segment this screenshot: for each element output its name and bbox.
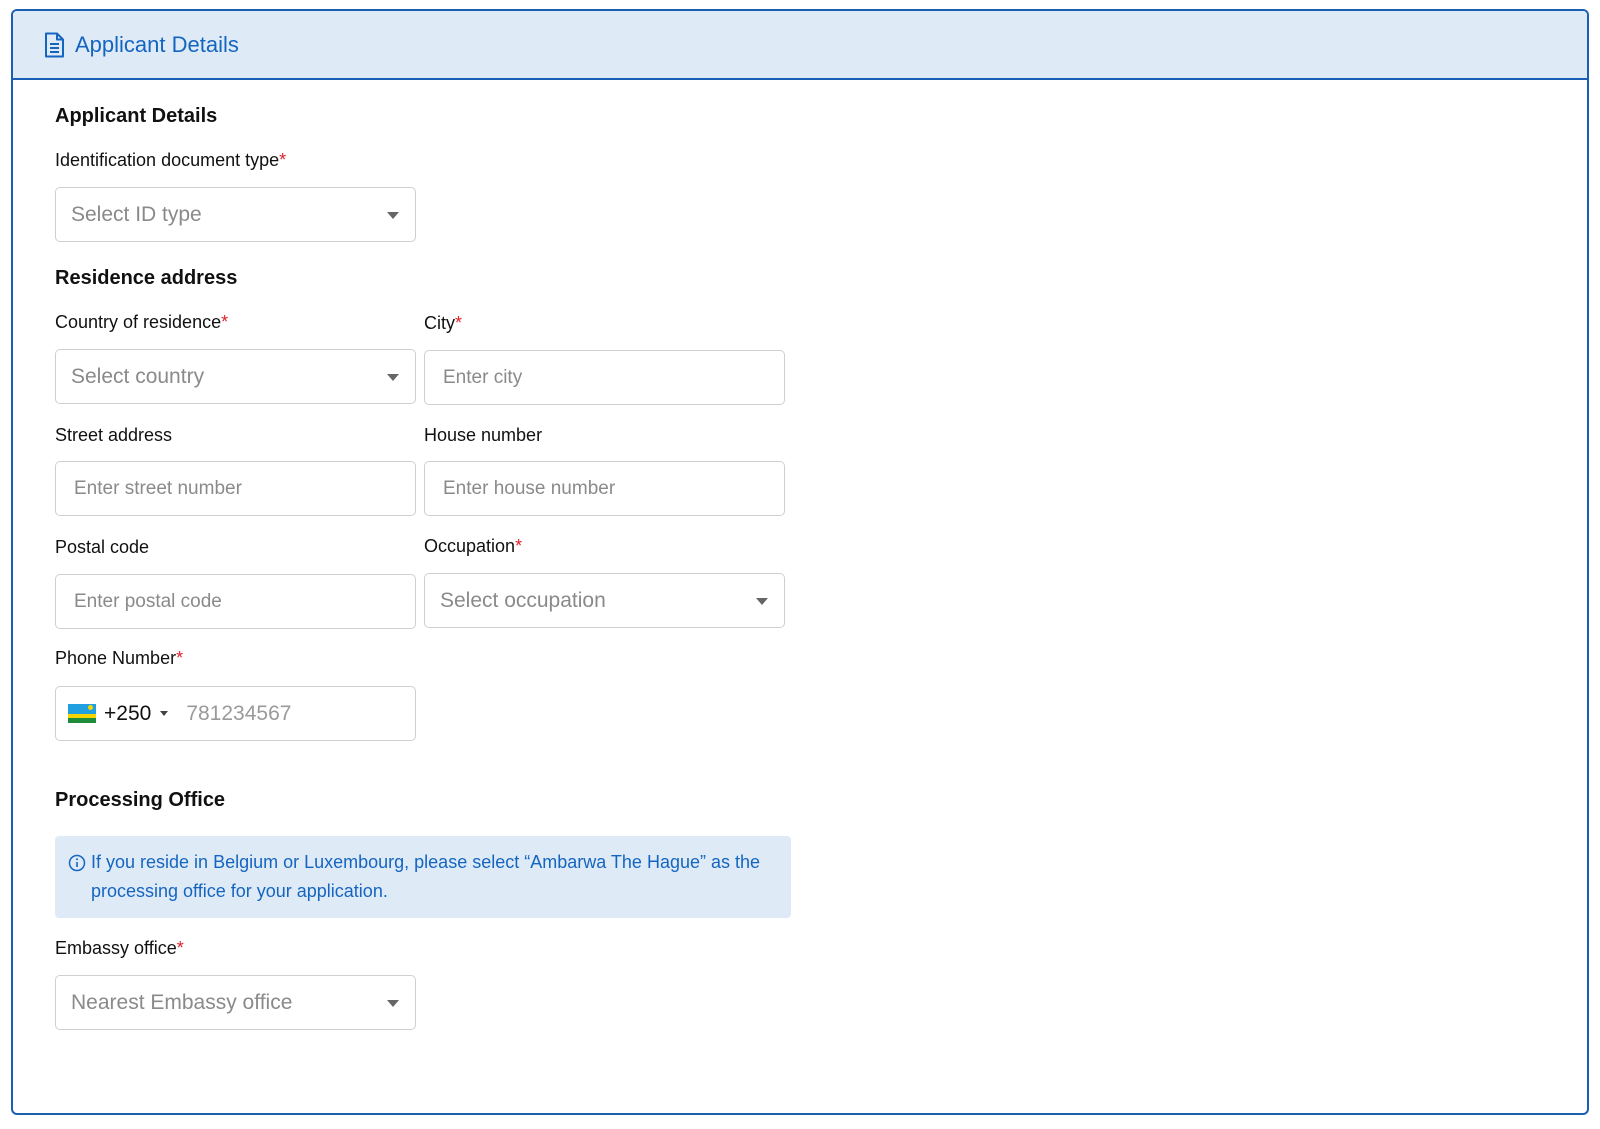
- required-marker: *: [455, 313, 463, 333]
- processing-info-alert: If you reside in Belgium or Luxembourg, …: [55, 836, 791, 918]
- chevron-down-icon: [387, 374, 399, 381]
- embassy-select[interactable]: Nearest Embassy office: [55, 975, 416, 1030]
- embassy-placeholder: Nearest Embassy office: [71, 990, 293, 1014]
- id-type-label: Identification document type*: [55, 150, 287, 170]
- occupation-select[interactable]: Select occupation: [424, 573, 785, 628]
- house-field[interactable]: [424, 461, 785, 516]
- phone-label: Phone Number*: [55, 648, 184, 668]
- house-input[interactable]: [425, 462, 784, 515]
- postal-label: Postal code: [55, 537, 150, 557]
- country-placeholder: Select country: [71, 364, 205, 388]
- postal-field[interactable]: [55, 574, 416, 629]
- chevron-down-icon: [387, 212, 399, 219]
- rwanda-flag-icon[interactable]: [68, 704, 96, 723]
- city-field[interactable]: [424, 350, 785, 405]
- required-marker: *: [221, 312, 229, 332]
- required-marker: *: [515, 536, 523, 556]
- applicant-details-card: Applicant Details Applicant Details Iden…: [11, 9, 1589, 1115]
- street-field[interactable]: [55, 461, 416, 516]
- phone-placeholder[interactable]: 781234567: [186, 702, 291, 726]
- applicant-section-title: Applicant Details: [55, 105, 218, 127]
- occupation-label: Occupation*: [424, 536, 523, 556]
- phone-country-code[interactable]: +250: [104, 702, 151, 726]
- occupation-placeholder: Select occupation: [440, 588, 606, 612]
- chevron-down-icon: [756, 598, 768, 605]
- card-header-title: Applicant Details: [75, 31, 239, 57]
- house-label: House number: [424, 425, 543, 445]
- info-icon: [68, 854, 86, 872]
- id-type-select[interactable]: Select ID type: [55, 187, 416, 242]
- required-marker: *: [176, 938, 184, 958]
- card-header: Applicant Details: [13, 11, 1587, 80]
- processing-info-text: If you reside in Belgium or Luxembourg, …: [91, 852, 761, 901]
- country-label: Country of residence*: [55, 312, 229, 332]
- phone-field[interactable]: +250 781234567: [55, 686, 416, 741]
- embassy-label: Embassy office*: [55, 938, 184, 958]
- street-input[interactable]: [56, 462, 415, 515]
- required-marker: *: [279, 150, 287, 170]
- residence-section-title: Residence address: [55, 267, 238, 289]
- chevron-down-icon: [387, 1000, 399, 1007]
- caret-down-icon[interactable]: [160, 711, 169, 716]
- country-select[interactable]: Select country: [55, 349, 416, 404]
- postal-input[interactable]: [56, 575, 415, 628]
- city-label: City*: [424, 313, 463, 333]
- required-marker: *: [176, 648, 184, 668]
- id-type-placeholder: Select ID type: [71, 202, 202, 226]
- processing-section-title: Processing Office: [55, 789, 226, 811]
- city-input[interactable]: [425, 351, 784, 404]
- street-label: Street address: [55, 425, 173, 445]
- document-icon: [43, 32, 65, 58]
